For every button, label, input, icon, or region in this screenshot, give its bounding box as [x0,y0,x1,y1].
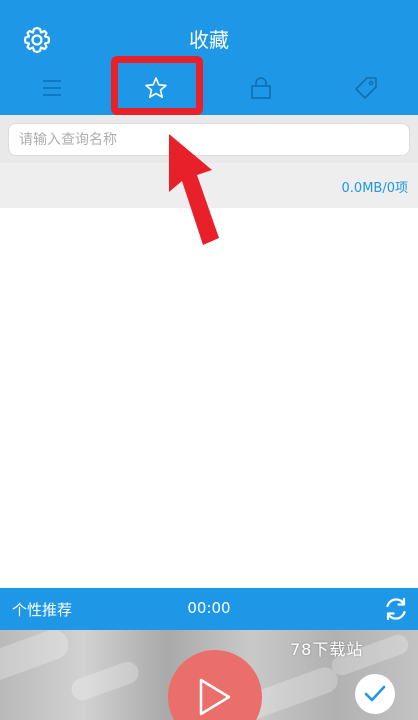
storage-summary: 0.0MB/0项 [341,181,408,196]
background-artwork: 78下载站 [0,630,418,720]
refresh-button[interactable] [382,595,410,623]
highlight-annotation [111,56,203,115]
lock-icon [251,77,271,99]
favorites-list [0,208,418,588]
arrow-annotation [169,134,219,245]
time-display: 00:00 [187,599,231,617]
confirm-button[interactable] [355,674,395,714]
list-icon [43,80,61,96]
tab-tags[interactable] [336,68,396,112]
page-title: 收藏 [189,28,229,52]
player-bar: 个性推荐 00:00 [0,588,418,630]
tab-list[interactable] [22,68,82,112]
watermark: 78下载站 [290,640,364,659]
play-icon [199,678,231,716]
tag-icon [355,77,377,99]
refresh-icon [386,597,406,621]
play-button[interactable] [168,650,262,720]
check-icon [364,685,386,702]
tab-private[interactable] [231,68,291,112]
app-header: 收藏 [0,0,418,115]
